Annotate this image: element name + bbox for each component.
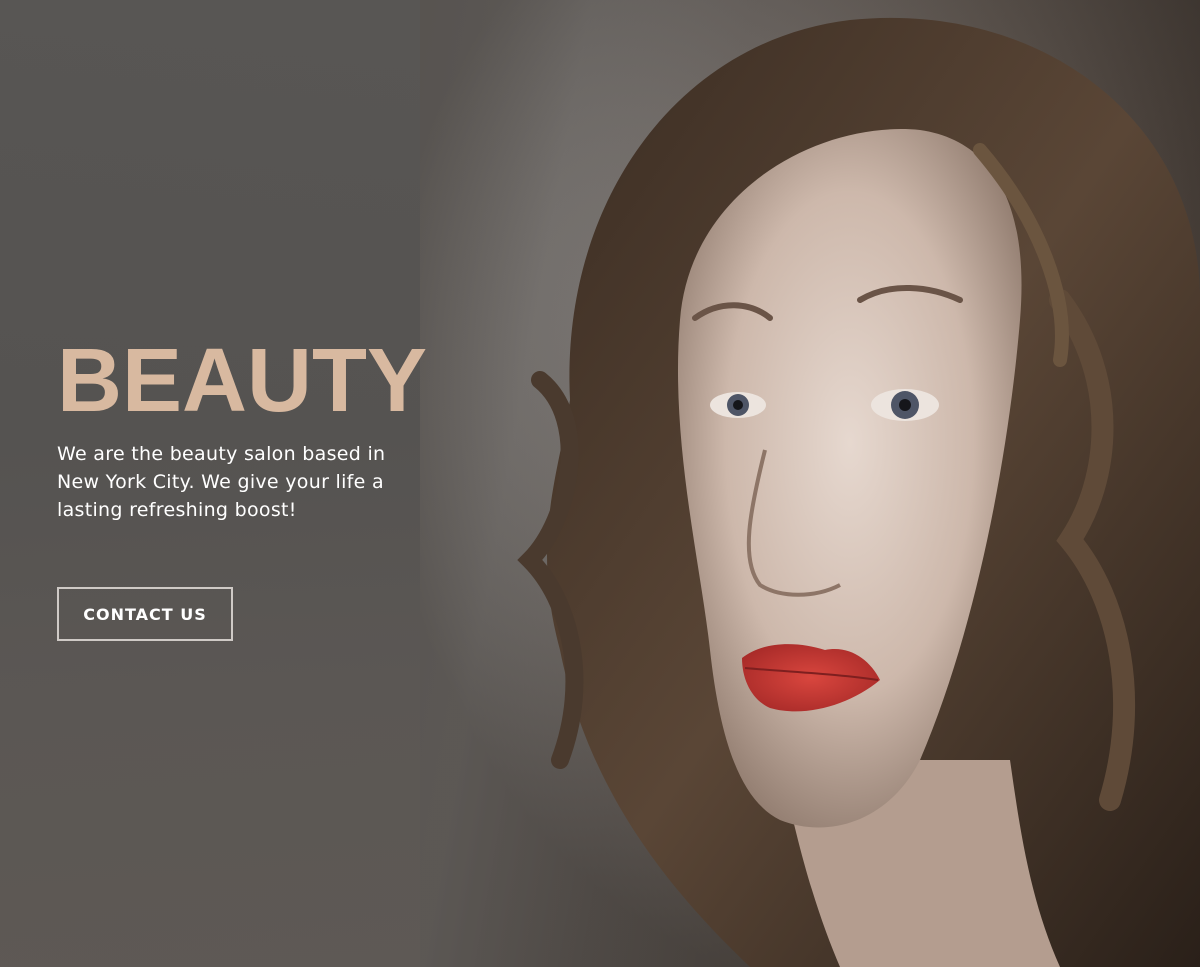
woman-portrait-image xyxy=(517,17,1200,967)
hero-description: We are the beauty salon based in New Yor… xyxy=(57,443,386,521)
hero-photo xyxy=(420,0,1200,967)
hero-title: BEAUTY xyxy=(57,331,428,431)
hero-section: BEAUTY We are the beauty salon based in … xyxy=(0,0,1200,967)
contact-us-button[interactable]: CONTACT US xyxy=(57,587,233,641)
hero-content: BEAUTY We are the beauty salon based in … xyxy=(57,336,437,524)
